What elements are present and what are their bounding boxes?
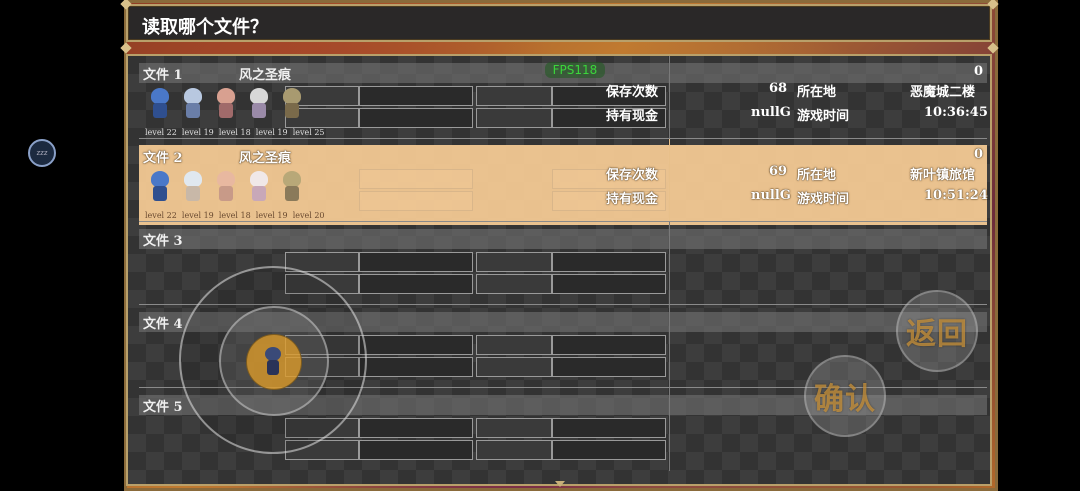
confirm-button[interactable]: 确认 — [804, 355, 886, 437]
slot-label: 文件 1 — [143, 68, 183, 83]
party-member-sprite — [213, 169, 239, 203]
party-member-sprite — [246, 169, 272, 203]
slot-label: 文件 5 — [143, 400, 183, 415]
play-time-value: 10:36:45 — [924, 105, 988, 120]
party-member-sprite — [180, 169, 206, 203]
slot-corner-value: 0 — [973, 64, 983, 79]
party-levels: level 22 level 19 level 18 level 19 leve… — [145, 211, 325, 220]
location-label: 所在地 — [797, 85, 837, 100]
save-count-value: 69 — [769, 164, 788, 179]
save-slot-2[interactable]: 文件 2 风之圣痕 0 level 22 level 19 level 18 l… — [139, 139, 988, 225]
save-count-label: 保存次数 — [606, 85, 659, 100]
save-count-label: 保存次数 — [606, 168, 659, 183]
party-member-sprite — [147, 169, 173, 203]
money-value: nullG — [751, 188, 791, 203]
slot-game-name: 风之圣痕 — [239, 151, 292, 166]
play-time-label: 游戏时间 — [797, 192, 850, 207]
floating-assistant-bubble[interactable]: zzz — [28, 139, 56, 167]
dialog-title: 读取哪个文件？ — [142, 17, 268, 38]
save-count-value: 68 — [769, 81, 788, 96]
party-member-sprite — [279, 86, 305, 120]
dialog-title-box: 读取哪个文件？ — [126, 4, 992, 42]
slot-game-name: 风之圣痕 — [239, 68, 292, 83]
location-label: 所在地 — [797, 168, 837, 183]
party-member-sprite — [213, 86, 239, 120]
party-member-sprite — [246, 86, 272, 120]
party-member-sprite — [279, 169, 305, 203]
fps-counter: FPS118 — [545, 62, 605, 78]
money-label: 持有现金 — [606, 109, 659, 124]
party-member-sprite — [180, 86, 206, 120]
location-value: 新叶镇旅馆 — [910, 168, 976, 183]
party-levels: level 22 level 19 level 18 level 19 leve… — [145, 128, 325, 137]
back-button[interactable]: 返回 — [896, 290, 978, 372]
money-value: nullG — [751, 105, 791, 120]
slot-label: 文件 2 — [143, 151, 183, 166]
slot-label: 文件 3 — [143, 234, 183, 249]
play-time-value: 10:51:24 — [924, 188, 988, 203]
play-time-label: 游戏时间 — [797, 109, 850, 124]
slot-corner-value: 0 — [973, 147, 983, 162]
player-sprite-icon — [262, 345, 284, 377]
money-label: 持有现金 — [606, 192, 659, 207]
location-value: 恶魔城二楼 — [910, 85, 976, 100]
party-member-sprite — [147, 86, 173, 120]
slot-label: 文件 4 — [143, 317, 183, 332]
